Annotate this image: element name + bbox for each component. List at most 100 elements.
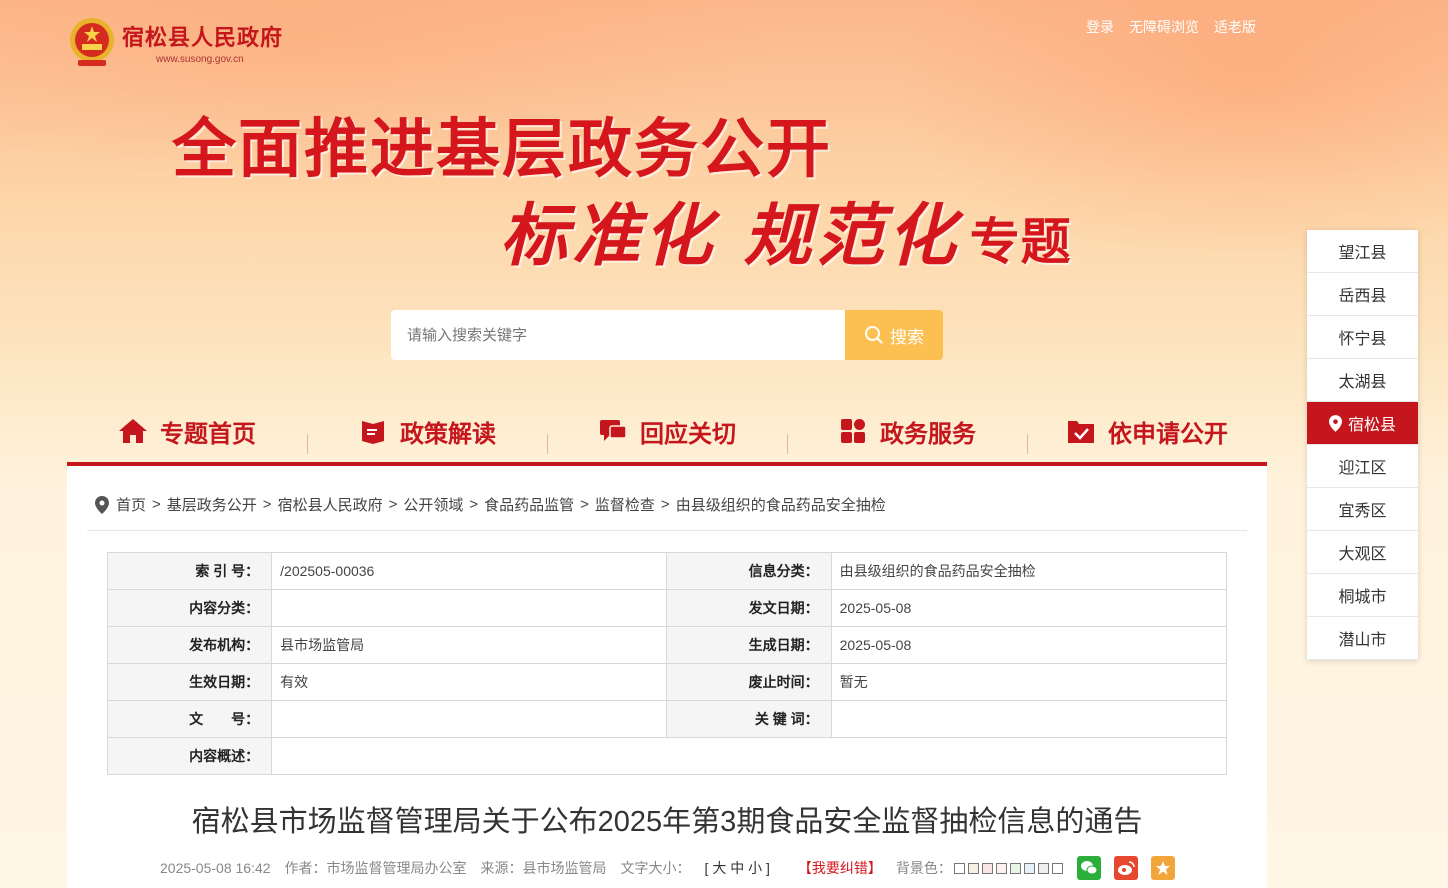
bg-color-swatch[interactable] xyxy=(1023,862,1035,874)
nav-label: 依申请公开 xyxy=(1108,420,1228,448)
banner-subtitle-suffix: 专题 xyxy=(969,213,1072,271)
breadcrumb-separator: > xyxy=(262,496,272,513)
breadcrumb-home[interactable]: 首页 xyxy=(116,494,146,515)
bg-color-swatch[interactable] xyxy=(995,862,1007,874)
source: 来源：县市场监管局 xyxy=(480,860,607,876)
index-value: /202505-00036 xyxy=(271,552,668,590)
side-item-tongcheng[interactable]: 桐城市 xyxy=(1307,574,1418,617)
side-item-susong[interactable]: 宿松县 xyxy=(1307,402,1418,445)
breadcrumb-separator: > xyxy=(388,496,398,513)
favorite-share-icon[interactable] xyxy=(1150,856,1175,880)
content-panel: 首页 > 基层政务公开 > 宿松县人民政府 > 公开领域 > 食品药品监管 > … xyxy=(67,466,1267,888)
bg-color-swatch[interactable] xyxy=(1051,862,1063,874)
content-type-label: 内容分类： xyxy=(106,589,273,627)
expire-label: 废止时间： xyxy=(666,663,832,701)
search-button-label: 搜索 xyxy=(890,327,924,347)
folder-check-icon xyxy=(1066,416,1096,446)
doc-no-label: 文 号： xyxy=(106,700,273,738)
bg-color-swatch[interactable] xyxy=(953,862,965,874)
publish-datetime: 2025-05-08 16:42 xyxy=(160,860,271,876)
weibo-share-icon[interactable] xyxy=(1113,856,1138,880)
nav-label: 政务服务 xyxy=(880,420,976,448)
expire-value: 暂无 xyxy=(830,663,1228,701)
category-value: 由县级组织的食品药品安全抽检 xyxy=(830,552,1228,590)
side-item-yuexi[interactable]: 岳西县 xyxy=(1307,273,1418,316)
index-label: 索 引 号： xyxy=(106,552,273,590)
font-size-label: 文字大小： xyxy=(620,860,691,876)
side-item-yingjiang[interactable]: 迎江区 xyxy=(1307,445,1418,488)
breadcrumb-item[interactable]: 食品药品监管 xyxy=(484,494,574,515)
nav-item-application[interactable]: 依申请公开 xyxy=(1027,414,1267,454)
location-pin-icon xyxy=(1328,414,1342,432)
document-meta: 2025-05-08 16:42 作者：市场监督管理局办公室 来源：县市场监管局… xyxy=(160,856,1188,880)
table-row: 发布机构： 县市场监管局 生成日期： 2025-05-08 xyxy=(106,626,1228,664)
error-report-link[interactable]: 【我要纠错】 xyxy=(798,858,882,878)
divider xyxy=(87,530,1247,531)
search-input[interactable] xyxy=(391,310,845,360)
bg-color-label: 背景色： xyxy=(895,860,952,876)
content-type-value xyxy=(271,589,668,627)
effective-value: 有效 xyxy=(271,663,668,701)
nav-item-policy[interactable]: 政策解读 xyxy=(307,414,547,454)
banner-title: 全面推进基层政务公开 xyxy=(172,113,832,187)
breadcrumb-separator: > xyxy=(469,496,479,513)
side-item-wangjiang[interactable]: 望江县 xyxy=(1307,230,1418,273)
breadcrumb-separator: > xyxy=(152,496,161,513)
location-pin-icon xyxy=(95,495,109,514)
nav-item-response[interactable]: 回应关切 xyxy=(547,414,787,454)
accessibility-link[interactable]: 无障碍浏览 xyxy=(1129,17,1199,37)
breadcrumb-current[interactable]: 由县级组织的食品药品安全抽检 xyxy=(676,494,886,515)
breadcrumb-item[interactable]: 监督检查 xyxy=(595,494,655,515)
table-row: 索 引 号： /202505-00036 信息分类： 由县级组织的食品药品安全抽… xyxy=(106,552,1228,590)
document-title: 宿松县市场监督管理局关于公布2025年第3期食品安全监督抽检信息的通告 xyxy=(191,806,1143,838)
effective-label: 生效日期： xyxy=(106,663,273,701)
bg-color-swatch[interactable] xyxy=(967,862,979,874)
bg-color-swatches xyxy=(953,862,1063,874)
national-emblem-icon xyxy=(70,18,114,66)
keywords-label: 关 键 词： xyxy=(666,700,832,738)
nav-label: 回应关切 xyxy=(640,420,736,448)
table-row: 内容概述： xyxy=(106,737,1227,775)
font-size-control: 文字大小： [ 大 中 小 ] xyxy=(621,858,784,878)
breadcrumb: 首页 > 基层政务公开 > 宿松县人民政府 > 公开领域 > 食品药品监管 > … xyxy=(95,494,886,515)
side-item-huaining[interactable]: 怀宁县 xyxy=(1307,316,1418,359)
nav-item-services[interactable]: 政务服务 xyxy=(787,414,1027,454)
side-item-taihu[interactable]: 太湖县 xyxy=(1307,359,1418,402)
summary-label: 内容概述： xyxy=(106,737,273,775)
font-size-options[interactable]: [ 大 中 小 ] xyxy=(705,860,770,876)
bg-color-swatch[interactable] xyxy=(1009,862,1021,874)
book-icon xyxy=(358,416,388,446)
breadcrumb-item[interactable]: 公开领域 xyxy=(403,494,463,515)
pub-date-label: 发文日期： xyxy=(666,589,832,627)
nav-item-home[interactable]: 专题首页 xyxy=(67,414,307,449)
breadcrumb-item[interactable]: 基层政务公开 xyxy=(167,494,257,515)
pub-date-value: 2025-05-08 xyxy=(830,589,1228,627)
login-link[interactable]: 登录 xyxy=(1086,17,1114,37)
bg-color-swatch[interactable] xyxy=(1037,862,1049,874)
side-item-qianshan[interactable]: 潜山市 xyxy=(1307,617,1418,660)
gen-date-label: 生成日期： xyxy=(666,626,832,664)
search-bar: 搜索 xyxy=(391,310,943,360)
breadcrumb-separator: > xyxy=(660,496,670,513)
county-side-nav: 望江县 岳西县 怀宁县 太湖县 宿松县 迎江区 宜秀区 大观区 桐城市 潜山市 xyxy=(1307,230,1418,660)
banner-subtitle-main: 标准化 规范化 xyxy=(500,196,960,276)
org-value: 县市场监管局 xyxy=(271,626,668,664)
search-button[interactable]: 搜索 xyxy=(845,310,943,360)
summary-value xyxy=(271,737,1227,775)
breadcrumb-item[interactable]: 宿松县人民政府 xyxy=(278,494,383,515)
metadata-table: 索 引 号： /202505-00036 信息分类： 由县级组织的食品药品安全抽… xyxy=(106,552,1228,775)
elderly-mode-link[interactable]: 适老版 xyxy=(1214,17,1256,37)
site-logo[interactable]: 宿松县人民政府 www.susong.gov.cn xyxy=(68,16,283,68)
doc-no-value xyxy=(271,700,668,738)
keywords-value xyxy=(830,700,1228,738)
side-item-yixiu[interactable]: 宜秀区 xyxy=(1307,488,1418,531)
search-icon xyxy=(865,326,883,344)
org-label: 发布机构： xyxy=(106,626,273,664)
wechat-share-icon[interactable] xyxy=(1076,856,1101,880)
table-row: 生效日期： 有效 废止时间： 暂无 xyxy=(106,663,1228,701)
bg-color-swatch[interactable] xyxy=(981,862,993,874)
top-links: 登录 无障碍浏览 适老版 xyxy=(1086,17,1256,37)
side-item-daguan[interactable]: 大观区 xyxy=(1307,531,1418,574)
banner-subtitle: 标准化 规范化 专题 xyxy=(500,180,1072,279)
site-name: 宿松县人民政府 xyxy=(122,24,284,50)
